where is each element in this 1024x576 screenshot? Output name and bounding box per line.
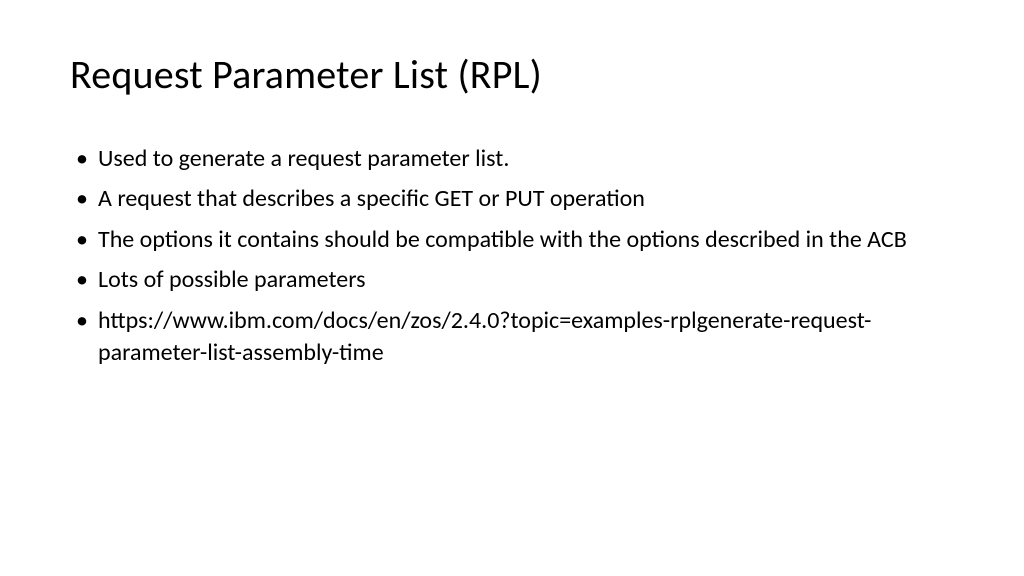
bullet-item: https://www.ibm.com/docs/en/zos/2.4.0?to… bbox=[70, 305, 954, 370]
slide-title: Request Parameter List (RPL) bbox=[70, 50, 954, 99]
bullet-item: A request that describes a specific GET … bbox=[70, 183, 954, 215]
bullet-item: The options it contains should be compat… bbox=[70, 224, 954, 256]
bullet-item: Used to generate a request parameter lis… bbox=[70, 143, 954, 175]
bullet-list: Used to generate a request parameter lis… bbox=[70, 143, 954, 369]
bullet-item: Lots of possible parameters bbox=[70, 264, 954, 296]
